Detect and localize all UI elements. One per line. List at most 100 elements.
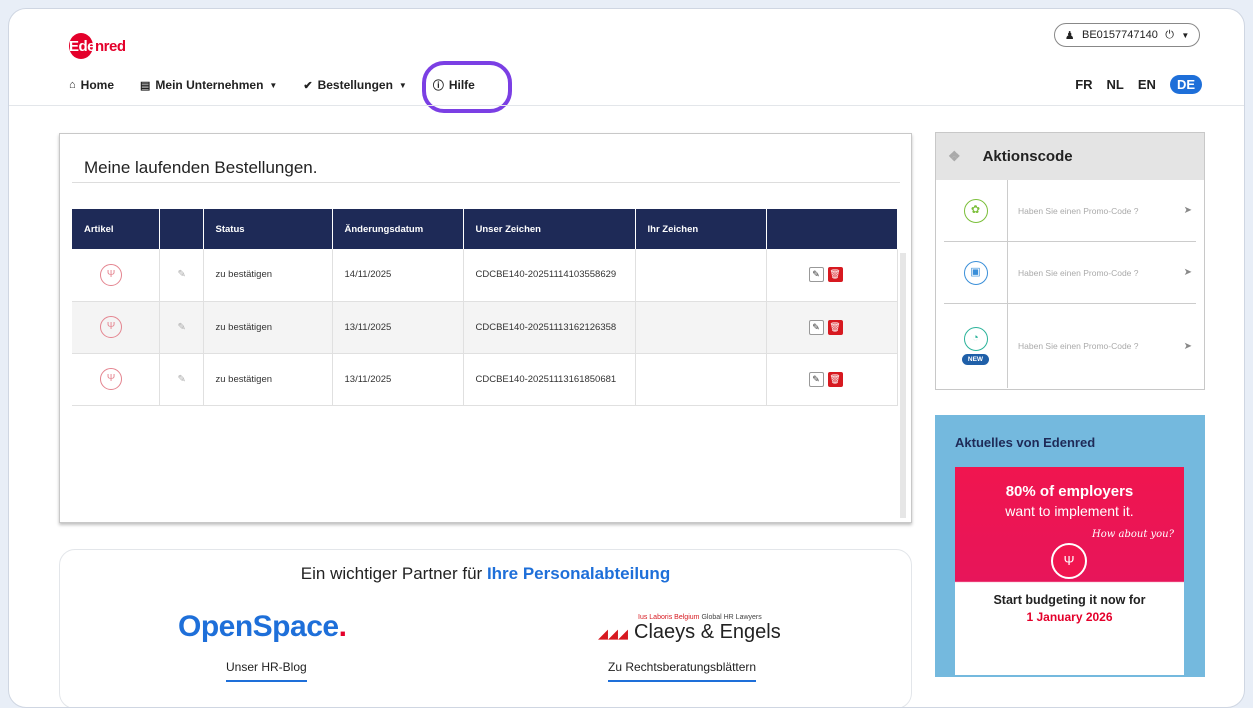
- cell-your-ref: [635, 353, 767, 406]
- nav-bestellungen-label: Bestellungen: [317, 78, 393, 92]
- promo-item-leaf[interactable]: ✿ Haben Sie einen Promo-Code ? ➤: [944, 180, 1196, 242]
- cell-date: 14/11/2025: [332, 249, 464, 302]
- promo-label: Haben Sie einen Promo-Code ?: [1018, 341, 1139, 351]
- title-divider: [72, 182, 900, 183]
- legal-sheets-link[interactable]: Zu Rechtsberatungsblättern: [608, 660, 757, 682]
- cell-status: zu bestätigen: [203, 353, 333, 406]
- logo-text: Edenred: [69, 38, 126, 55]
- chevron-right-icon: ➤: [1183, 205, 1192, 216]
- nav-home[interactable]: ⌂ Home: [69, 78, 114, 92]
- news-banner[interactable]: 80% of employers want to implement it. H…: [955, 467, 1184, 675]
- ad-date: 1 January 2026: [1026, 610, 1113, 624]
- leaf-icon: ✿: [963, 198, 988, 223]
- cell-ref: CDCBE140-20251113161850681: [463, 353, 636, 406]
- cell-ref: CDCBE140-20251114103558629: [463, 249, 636, 302]
- lang-nl[interactable]: NL: [1107, 77, 1124, 92]
- pencil-icon[interactable]: ✎: [808, 371, 824, 387]
- chevron-right-icon: ➤: [1183, 267, 1192, 278]
- nav-mein-unternehmen[interactable]: ▤ Mein Unternehmen ▼: [140, 78, 277, 92]
- cell-actions: ✎ 🗑: [766, 249, 898, 302]
- cell-date: 13/11/2025: [332, 353, 464, 406]
- col-ihr-zeichen: Ihr Zeichen: [635, 209, 767, 249]
- col-artikel: Artikel: [72, 209, 160, 249]
- partners-title: Ein wichtiger Partner für Ihre Personala…: [60, 564, 911, 584]
- food-icon: Ψ: [100, 263, 122, 286]
- pencil-icon[interactable]: ✎: [808, 267, 824, 283]
- ad-subline: want to implement it.: [1005, 503, 1134, 519]
- language-switcher: FR NL EN DE: [1075, 75, 1202, 94]
- claeys-mark-icon: ◢◢◢: [598, 626, 628, 641]
- gift-icon: ▣: [963, 260, 988, 285]
- nav-mein-unternehmen-label: Mein Unternehmen: [155, 78, 264, 92]
- partners-title-bold: Ihre Personalabteilung: [486, 564, 671, 583]
- cell-your-ref: [635, 301, 767, 354]
- nav-bestellungen[interactable]: ✔ Bestellungen ▼: [303, 78, 407, 92]
- app-window: Edenred ♟ BE0157747140 ⏻ ▼ ⌂ Home ▤ Mein…: [8, 8, 1245, 708]
- bag-icon: ◔: [963, 327, 988, 351]
- header-divider: [9, 105, 1244, 106]
- table-row[interactable]: Ψ ✎ zu bestätigen 13/11/2025 CDCBE140-20…: [72, 301, 898, 354]
- col-aenderungsdatum: Änderungsdatum: [332, 209, 464, 249]
- promo-label: Haben Sie einen Promo-Code ?: [1018, 267, 1139, 278]
- ad-script: How about you?: [1092, 529, 1174, 540]
- cell-your-ref: [635, 249, 767, 302]
- cell-edit: ✎: [159, 249, 204, 302]
- chevron-down-icon: ▼: [398, 80, 407, 90]
- news-panel: Aktuelles von Edenred 80% of employers w…: [935, 415, 1205, 677]
- food-icon: Ψ: [100, 368, 122, 390]
- cell-artikel: Ψ: [72, 301, 160, 354]
- ad-cta: Start budgeting it now for: [993, 593, 1146, 607]
- orders-title: Meine laufenden Bestellungen.: [84, 158, 318, 177]
- openspace-logo[interactable]: OpenSpace.: [178, 610, 347, 644]
- claeys-name-text: Claeys & Engels: [634, 621, 781, 643]
- user-menu[interactable]: ♟ BE0157747140 ⏻ ▼: [1054, 23, 1200, 47]
- partners-panel: Ein wichtiger Partner für Ihre Personala…: [59, 549, 912, 707]
- table-row[interactable]: Ψ ✎ zu bestätigen 14/11/2025 CDCBE140-20…: [72, 249, 898, 302]
- cell-edit: ✎: [159, 353, 204, 406]
- lang-en[interactable]: EN: [1138, 77, 1156, 92]
- table-row[interactable]: Ψ ✎ zu bestätigen 13/11/2025 CDCBE140-20…: [72, 353, 898, 406]
- news-title: Aktuelles von Edenred: [955, 435, 1096, 450]
- hr-blog-link[interactable]: Unser HR-Blog: [226, 660, 307, 682]
- edit-icon[interactable]: ✎: [178, 322, 186, 333]
- trash-icon[interactable]: 🗑: [827, 267, 843, 283]
- logo-text-b: nred: [95, 38, 126, 55]
- cell-artikel: Ψ: [72, 353, 160, 406]
- trash-icon[interactable]: 🗑: [827, 371, 843, 387]
- orders-table: Artikel Status Änderungsdatum Unser Zeic…: [72, 209, 898, 406]
- openspace-dot: .: [338, 610, 347, 643]
- orders-panel: Meine laufenden Bestellungen. Artikel St…: [59, 133, 912, 523]
- promo-item-gift[interactable]: ▣ Haben Sie einen Promo-Code ? ➤: [944, 242, 1196, 304]
- promo-icon-box: ◔ NEW: [944, 304, 1008, 388]
- claeys-name: ◢◢◢ Claeys & Engels: [598, 621, 781, 644]
- logo-text-a: Ede: [69, 38, 96, 55]
- cell-actions: ✎ 🗑: [766, 301, 898, 354]
- claeys-tagline-rest: Global HR Lawyers: [701, 614, 762, 621]
- promo-item-bag[interactable]: ◔ NEW Haben Sie einen Promo-Code ? ➤: [944, 304, 1196, 388]
- orders-scrollbar[interactable]: [900, 253, 906, 518]
- promo-label: Haben Sie einen Promo-Code ?: [1018, 205, 1139, 216]
- food-icon: Ψ: [1051, 543, 1087, 579]
- edit-icon[interactable]: ✎: [178, 374, 186, 385]
- cell-actions: ✎ 🗑: [766, 353, 898, 406]
- trash-icon[interactable]: 🗑: [827, 319, 843, 335]
- partners-title-plain: Ein wichtiger Partner für: [300, 564, 483, 583]
- building-icon: ▤: [140, 79, 151, 92]
- chevron-down-icon[interactable]: ▼: [1181, 31, 1189, 40]
- claeys-engels-logo[interactable]: Ius Laboris Belgium Global HR Lawyers ◢◢…: [598, 614, 781, 644]
- nav-home-label: Home: [80, 78, 114, 92]
- pencil-icon[interactable]: ✎: [808, 319, 824, 335]
- tag-icon: ❖: [948, 148, 961, 164]
- openspace-text: OpenSpace: [178, 610, 339, 643]
- lang-de[interactable]: DE: [1169, 75, 1202, 94]
- edit-icon[interactable]: ✎: [178, 269, 186, 280]
- user-icon: ♟: [1064, 29, 1075, 42]
- table-header-row: Artikel Status Änderungsdatum Unser Zeic…: [72, 209, 898, 249]
- power-icon[interactable]: ⏻: [1165, 29, 1174, 42]
- user-id: BE0157747140: [1081, 29, 1158, 41]
- chevron-down-icon: ▼: [269, 80, 278, 90]
- lang-fr[interactable]: FR: [1075, 77, 1092, 92]
- cell-ref: CDCBE140-20251113162126358: [463, 301, 636, 354]
- promo-icon-box: ✿: [944, 180, 1008, 241]
- edenred-logo[interactable]: Edenred: [69, 33, 126, 59]
